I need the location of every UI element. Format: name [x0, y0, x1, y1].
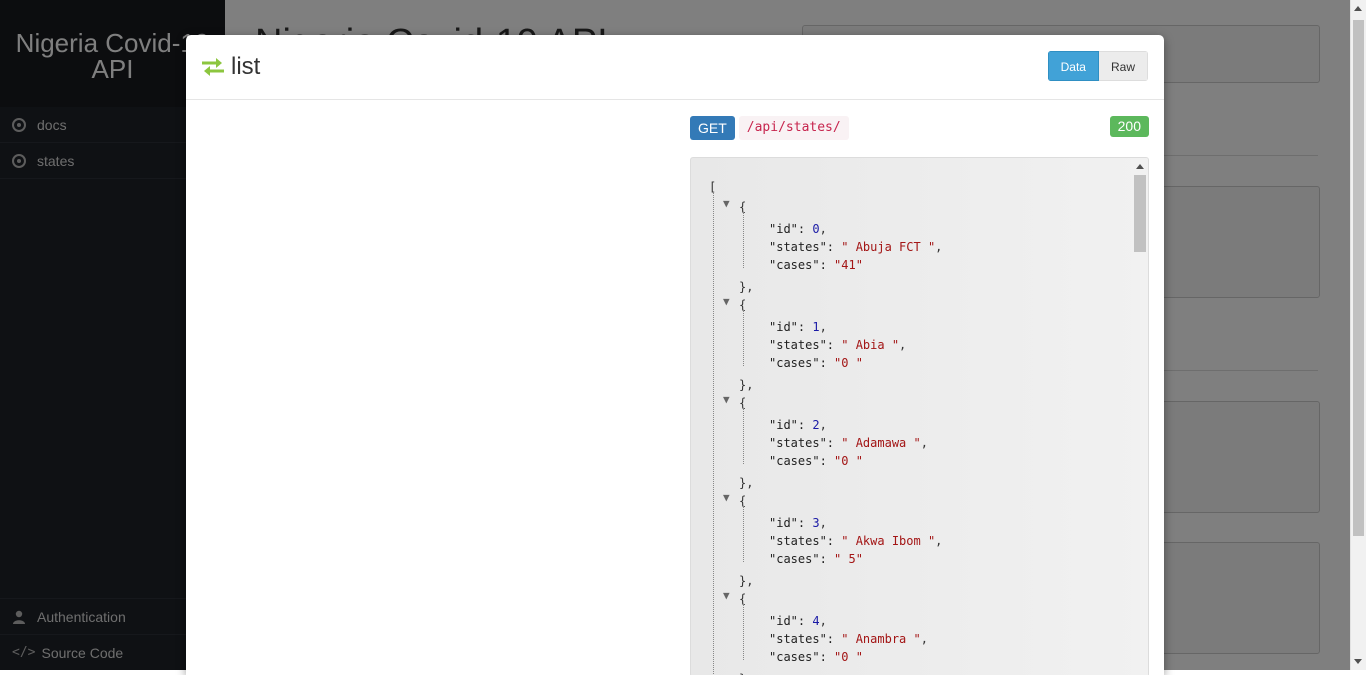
json-key: "id": [769, 614, 813, 628]
raw-format-button[interactable]: Raw [1098, 51, 1148, 81]
json-key: "id": [769, 320, 813, 334]
scrollbar-thumb[interactable] [1134, 175, 1146, 252]
modal-header: list Data Raw [186, 35, 1164, 100]
json-field-states: "states": " Anambra ", [769, 632, 928, 646]
json-key: "states": [769, 436, 842, 450]
json-indent-guide [743, 408, 744, 464]
collapse-toggle-icon[interactable]: ▼ [723, 195, 730, 213]
json-close-brace: }, [739, 670, 753, 675]
json-key: "cases": [769, 454, 835, 468]
json-field-id: "id": 0, [769, 222, 827, 236]
json-field-cases: "cases": "0 " [769, 354, 863, 372]
json-field-states: "states": " Akwa Ibom ", [769, 534, 943, 548]
page-scrollbar[interactable] [1350, 0, 1366, 670]
json-key: "states": [769, 632, 842, 646]
json-value: "0 " [834, 650, 863, 664]
json-close-brace: }, [739, 476, 754, 490]
json-key: "id": [769, 222, 813, 236]
swap-arrows-icon [202, 58, 224, 76]
json-field-id: "id": 4, [769, 614, 827, 628]
json-value: "41" [834, 258, 863, 272]
modal-title: list [200, 53, 260, 81]
json-value: "0 " [834, 454, 863, 468]
json-field-cases: "cases": " 5" [769, 550, 863, 568]
json-field-id: "id": 3, [769, 516, 827, 530]
request-path: /api/states/ [738, 116, 849, 140]
json-value: 2 [812, 418, 820, 432]
json-field-cases: "cases": "41" [769, 256, 863, 274]
json-value: 4 [812, 614, 820, 628]
json-key: "cases": [769, 258, 835, 272]
response-scrollbar[interactable] [1131, 158, 1148, 675]
json-value: " Anambra " [841, 632, 921, 646]
scroll-down-arrow-icon[interactable] [1354, 659, 1362, 664]
response-body[interactable]: [ ▼{"id": 0, "states": " Abuja FCT ", "cas… [690, 157, 1149, 675]
json-value: " Abuja FCT " [841, 240, 936, 254]
scroll-up-arrow-icon[interactable] [1136, 164, 1144, 169]
json-indent-guide [743, 604, 744, 660]
json-close-brace: }, [739, 280, 754, 294]
request-line: GET /api/states/ [690, 116, 849, 140]
json-close-brace: }, [739, 378, 754, 392]
http-method-badge: GET [690, 116, 735, 140]
json-indent-guide [713, 192, 714, 675]
json-indent-guide [743, 212, 744, 268]
collapse-toggle-icon[interactable]: ▼ [723, 391, 730, 409]
scroll-up-arrow-icon[interactable] [1354, 6, 1362, 11]
json-value: "0 " [834, 356, 863, 370]
json-key: "cases": [769, 650, 835, 664]
json-field-states: "states": " Adamawa ", [769, 436, 928, 450]
collapse-toggle-icon[interactable]: ▼ [723, 489, 730, 507]
modal-title-text: list [231, 53, 261, 80]
collapse-toggle-icon[interactable]: ▼ [723, 293, 730, 311]
json-key: "states": [769, 338, 842, 352]
response-modal: list Data Raw GET /api/states/ 200 [ ▼{"… [186, 35, 1164, 675]
status-badge: 200 [1109, 116, 1149, 137]
json-value: " Abia " [841, 338, 900, 352]
json-key: "states": [769, 240, 842, 254]
json-field-cases: "cases": "0 " [769, 452, 863, 470]
json-field-id: "id": 2, [769, 418, 827, 432]
json-indent-guide [743, 310, 744, 366]
scrollbar-thumb[interactable] [1353, 20, 1364, 536]
json-value: " Adamawa " [841, 436, 921, 450]
json-key: "id": [769, 418, 813, 432]
json-close-brace: }, [739, 574, 754, 588]
json-key: "states": [769, 534, 842, 548]
json-value: " Akwa Ibom " [841, 534, 936, 548]
json-value: " 5" [834, 552, 863, 566]
json-indent-guide [743, 506, 744, 562]
json-field-cases: "cases": "0 " [769, 648, 863, 666]
data-format-button[interactable]: Data [1047, 51, 1099, 81]
json-value: 3 [812, 516, 820, 530]
format-toggle: Data Raw [1047, 51, 1148, 81]
json-key: "id": [769, 516, 813, 530]
json-field-states: "states": " Abuja FCT ", [769, 240, 943, 254]
json-value: 0 [812, 222, 820, 236]
json-key: "cases": [769, 552, 835, 566]
json-key: "cases": [769, 356, 835, 370]
json-value: 1 [812, 320, 820, 334]
collapse-toggle-icon[interactable]: ▼ [723, 587, 730, 605]
json-field-id: "id": 1, [769, 320, 827, 334]
json-field-states: "states": " Abia ", [769, 338, 907, 352]
